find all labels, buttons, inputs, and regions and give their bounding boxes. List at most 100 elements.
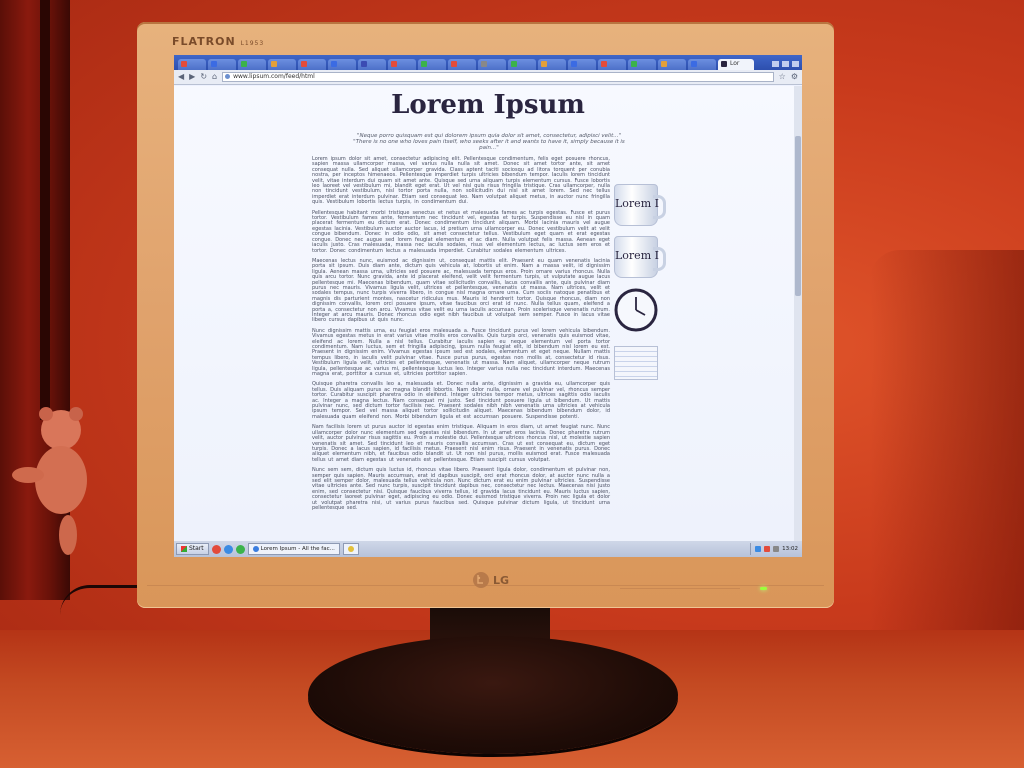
quicklaunch-icon[interactable]	[223, 544, 233, 554]
tray-clock[interactable]: 13:02	[782, 546, 798, 552]
address-bar[interactable]: www.lipsum.com/feed/html	[222, 72, 774, 82]
mug-label: Lorem Ipsum	[615, 249, 659, 262]
favicon-icon	[541, 61, 547, 67]
browser-tab[interactable]	[238, 59, 266, 70]
browser-tab[interactable]	[688, 59, 716, 70]
tray-icon[interactable]	[773, 546, 780, 552]
browser-tab[interactable]	[538, 59, 566, 70]
scrollbar-thumb[interactable]	[795, 136, 801, 296]
start-button[interactable]: Start	[176, 543, 209, 555]
browser-tab[interactable]	[358, 59, 386, 70]
paragraph: Nam facilisis lorem ut purus auctor id e…	[312, 424, 610, 463]
favicon-icon	[631, 61, 637, 67]
bezel-control-buttons[interactable]	[620, 588, 740, 591]
taskbar-item-label: Lorem Ipsum - All the fac...	[260, 546, 335, 552]
favicon-icon	[481, 61, 487, 67]
browser-tab[interactable]	[208, 59, 236, 70]
minimize-icon[interactable]	[772, 61, 779, 67]
browser-tab[interactable]	[478, 59, 506, 70]
lg-logo-text: LG	[493, 574, 509, 587]
browser-tab[interactable]	[328, 59, 356, 70]
power-led-icon	[760, 587, 767, 590]
favicon-icon	[661, 61, 667, 67]
wrench-menu-icon[interactable]: ⚙	[791, 73, 798, 81]
mug-label: Lorem Ipsum	[615, 197, 659, 210]
close-icon[interactable]	[792, 61, 799, 67]
bookmark-star-icon[interactable]: ☆	[779, 73, 786, 81]
url-text: www.lipsum.com/feed/html	[233, 73, 315, 80]
quicklaunch-icon[interactable]	[211, 544, 221, 554]
browser-tab-bar: Lor	[174, 55, 802, 70]
tray-icon[interactable]	[755, 546, 762, 552]
flatron-brand-label: FLATRON L1953	[172, 35, 264, 48]
favicon-icon	[331, 61, 337, 67]
mug-image[interactable]: Lorem Ipsum	[614, 184, 666, 226]
monitor-stand-base	[308, 636, 678, 754]
monitor-screen: Lor ◀ ▶ ↻ ⌂ www.lipsum.com/feed/html ☆ ⚙…	[174, 55, 802, 557]
browser-tab[interactable]	[508, 59, 536, 70]
favicon-icon	[391, 61, 397, 67]
teddy-bear-toy	[12, 407, 87, 555]
browser-tab[interactable]	[178, 59, 206, 70]
start-label: Start	[189, 545, 204, 552]
maximize-icon[interactable]	[782, 61, 789, 67]
notepad-image[interactable]	[614, 346, 658, 380]
chrome-icon	[252, 546, 259, 552]
back-arrow-icon[interactable]: ◀	[178, 73, 184, 81]
browser-tab[interactable]	[598, 59, 626, 70]
paragraph: Quisque pharetra convallis leo a, malesu…	[312, 381, 610, 420]
quicklaunch-icon[interactable]	[235, 544, 245, 554]
lg-logo: LG	[473, 572, 509, 588]
paragraph: Pellentesque habitant morbi tristique se…	[312, 209, 610, 254]
browser-tab[interactable]	[268, 59, 296, 70]
taskbar: Start Lorem Ipsum - All the fac... 13:02	[174, 541, 802, 557]
favicon-icon	[181, 61, 187, 67]
favicon-icon	[271, 61, 277, 67]
favicon-icon	[571, 61, 577, 67]
favicon-icon	[451, 61, 457, 67]
mug-image[interactable]: Lorem Ipsum	[614, 236, 666, 278]
quote-english: "There is no one who loves pain itself, …	[353, 139, 625, 151]
browser-tab[interactable]	[298, 59, 326, 70]
favicon-icon	[361, 61, 367, 67]
favicon-icon	[511, 61, 517, 67]
windows-logo-icon	[181, 546, 187, 552]
browser-tab[interactable]	[568, 59, 596, 70]
browser-tab[interactable]	[658, 59, 686, 70]
home-icon[interactable]: ⌂	[212, 73, 217, 81]
monitor-shadow	[870, 250, 1024, 640]
forward-arrow-icon[interactable]: ▶	[189, 73, 195, 81]
window-controls	[772, 61, 802, 70]
browser-tab[interactable]	[388, 59, 416, 70]
active-tab-label: Lor	[730, 60, 740, 67]
favicon-icon	[241, 61, 247, 67]
tray-icon[interactable]	[764, 546, 771, 552]
browser-tab[interactable]	[628, 59, 656, 70]
browser-tab[interactable]	[418, 59, 446, 70]
article-body: Lorem ipsum dolor sit amet, consectetur …	[312, 156, 610, 516]
paragraph: Nunc sem sem, dictum quis luctus id, rho…	[312, 467, 610, 511]
taskbar-item-browser[interactable]: Lorem Ipsum - All the fac...	[247, 543, 340, 555]
model-text: L1953	[240, 40, 265, 47]
favicon-icon	[211, 61, 217, 67]
folder-icon	[347, 546, 354, 552]
browser-tab-active[interactable]: Lor	[718, 59, 754, 70]
browser-tab[interactable]	[448, 59, 476, 70]
page-scrollbar[interactable]	[794, 86, 802, 541]
page-title: Lorem Ipsum	[391, 90, 585, 120]
paragraph: Maecenas lectus nunc, euismod ac digniss…	[312, 257, 610, 324]
favicon-icon	[301, 61, 307, 67]
system-tray: 13:02	[750, 543, 802, 555]
paragraph: Nunc dignissim mattis urna, eu feugiat e…	[312, 327, 610, 378]
web-page: Lorem Ipsum "Neque porro quisquam est qu…	[174, 86, 794, 541]
hanging-strap	[40, 0, 50, 420]
taskbar-item-folder[interactable]	[342, 543, 359, 555]
reload-icon[interactable]: ↻	[200, 73, 207, 81]
page-quote: "Neque porro quisquam est qui dolorem ip…	[344, 133, 634, 151]
side-images: Lorem Ipsum Lorem Ipsum	[614, 184, 666, 380]
flatron-text: FLATRON	[172, 35, 236, 48]
clock-image[interactable]	[614, 288, 658, 332]
favicon-icon	[721, 61, 727, 67]
paragraph: Lorem ipsum dolor sit amet, consectetur …	[312, 156, 610, 206]
favicon-icon	[601, 61, 607, 67]
